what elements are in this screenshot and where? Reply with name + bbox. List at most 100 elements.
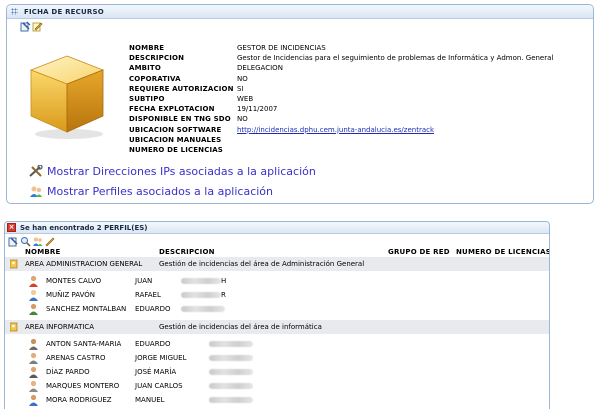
search-icon[interactable] xyxy=(20,236,31,247)
group-name: AREA INFORMATICA xyxy=(25,323,95,331)
member-id-suffix: R xyxy=(221,291,226,299)
member-first-name: JUAN CARLOS xyxy=(135,382,183,390)
field-row-subtipo: SUBTIPO WEB xyxy=(129,94,553,104)
field-value: NO xyxy=(237,74,248,83)
person-icon xyxy=(29,352,38,364)
folder-key-icon xyxy=(10,259,18,269)
field-value: WEB xyxy=(237,95,254,104)
field-value: SI xyxy=(237,84,244,93)
field-key: UBICACION MANUALES xyxy=(129,135,222,144)
software-link[interactable]: http://incidencias.dphu.cem.junta-andalu… xyxy=(237,126,434,134)
member-surname: SANCHEZ MONTALBAN xyxy=(46,305,127,313)
member-row[interactable]: MUÑIZ PAVÓN RAFAEL R xyxy=(5,288,549,302)
perfiles-panel: × Se han encontrado 2 PERFIL(ES) NOMBRE … xyxy=(4,221,550,409)
field-row-ubicacion-software: UBICACION SOFTWARE http://incidencias.dph… xyxy=(129,125,553,135)
group-description: Gestión de incidencias del área de infor… xyxy=(159,323,322,331)
member-row[interactable]: ANTON SANTA-MARIA EDUARDO xyxy=(5,337,549,351)
ficha-fields: NOMBRE GESTOR DE INCIDENCIAS DESCRIPCION G… xyxy=(129,43,553,155)
field-row-fecha: FECHA EXPLOTACION 19/11/2007 xyxy=(129,104,553,114)
member-row[interactable]: ARENAS CASTRO JORGE MIGUEL xyxy=(5,351,549,365)
perfiles-columns: NOMBRE DESCRIPCION GRUPO DE RED NUMERO D… xyxy=(5,248,550,257)
pencil-icon[interactable] xyxy=(44,236,55,247)
group-description: Gestión de incidencias del área de Admin… xyxy=(159,260,365,268)
member-row[interactable]: MONTES CALVO JUAN H xyxy=(5,274,549,288)
field-value: DELEGACION xyxy=(237,64,283,73)
group-row[interactable]: AREA INFORMATICA Gestión de incidencias … xyxy=(5,320,549,334)
field-row-nombre: NOMBRE GESTOR DE INCIDENCIAS xyxy=(129,43,553,53)
member-row[interactable]: MARQUES MONTERO JUAN CARLOS xyxy=(5,379,549,393)
member-row[interactable]: MORA RODRIGUEZ MANUEL xyxy=(5,393,549,407)
person-icon xyxy=(29,394,38,406)
redacted-id xyxy=(209,383,253,389)
perfiles-header: × Se han encontrado 2 PERFIL(ES) xyxy=(5,222,549,234)
field-row-licencias: NUMERO DE LICENCIAS xyxy=(129,145,553,155)
member-first-name: JOSÉ MARÍA xyxy=(135,368,177,376)
resource-cube-icon xyxy=(29,55,105,139)
field-value: NO xyxy=(237,115,248,124)
field-value: 19/11/2007 xyxy=(237,105,278,114)
group-name: AREA ADMINISTRACION GENERAL xyxy=(25,260,143,268)
field-value xyxy=(235,145,553,155)
perfiles-toolbar xyxy=(8,236,55,247)
person-icon xyxy=(29,275,38,287)
member-first-name: RAFAEL xyxy=(135,291,161,299)
ficha-header: FICHA DE RECURSO xyxy=(7,5,593,19)
col-grupo-red: GRUPO DE RED xyxy=(388,248,450,256)
ficha-panel: FICHA DE RECURSO NOMBRE GESTOR DE INCIDEN… xyxy=(6,4,594,204)
field-key: DISPONIBLE EN TNG SDO xyxy=(129,115,231,124)
person-icon xyxy=(29,289,38,301)
perfiles-title: Se han encontrado 2 PERFIL(ES) xyxy=(20,223,148,232)
field-key: DESCRIPCION xyxy=(129,54,185,63)
field-key: NOMBRE xyxy=(129,44,165,53)
member-surname: ARENAS CASTRO xyxy=(46,354,106,362)
field-key: NUMERO DE LICENCIAS xyxy=(129,145,223,154)
member-row[interactable]: SANCHEZ MONTALBAN EDUARDO xyxy=(5,302,549,316)
ip-tools-icon xyxy=(29,165,43,177)
member-surname: ANTON SANTA-MARIA xyxy=(46,340,122,348)
field-key: REQUIERE AUTORIZACION xyxy=(129,84,234,93)
redacted-id xyxy=(209,369,253,375)
edit-icon[interactable] xyxy=(20,21,31,32)
field-value: GESTOR DE INCIDENCIAS xyxy=(237,44,326,53)
member-first-name: EDUARDO xyxy=(135,305,171,313)
field-key: AMBITO xyxy=(129,64,161,73)
field-row-ubicacion-manuales: UBICACION MANUALES xyxy=(129,135,553,145)
redacted-id xyxy=(209,397,253,403)
field-row-descripcion: DESCRIPCION Gestor de Incidencias para el… xyxy=(129,53,553,63)
field-value xyxy=(235,135,553,145)
person-icon xyxy=(29,366,38,378)
field-value: Gestor de Incidencias para el seguimient… xyxy=(237,54,554,63)
show-ips-link[interactable]: Mostrar Direcciones IPs asociadas a la a… xyxy=(29,165,316,178)
group-row[interactable]: AREA ADMINISTRACION GENERAL Gestión de i… xyxy=(5,257,549,271)
show-ips-label[interactable]: Mostrar Direcciones IPs asociadas a la a… xyxy=(47,165,316,178)
member-first-name: MANUEL xyxy=(135,396,165,404)
redacted-id xyxy=(209,341,253,347)
person-icon xyxy=(29,303,38,315)
member-surname: MONTES CALVO xyxy=(46,277,102,285)
field-key: COPORATIVA xyxy=(129,74,181,83)
pencil-icon[interactable] xyxy=(32,21,43,32)
edit-icon[interactable] xyxy=(8,236,19,247)
folder-key-icon xyxy=(10,322,18,332)
field-row-disponible: DISPONIBLE EN TNG SDO NO xyxy=(129,114,553,124)
member-row[interactable]: DÍAZ PARDO JOSÉ MARÍA xyxy=(5,365,549,379)
field-row-coporativa: COPORATIVA NO xyxy=(129,74,553,84)
redacted-id xyxy=(181,278,221,284)
col-descripcion: DESCRIPCION xyxy=(159,248,215,256)
redacted-id xyxy=(209,355,253,361)
redacted-id xyxy=(181,306,225,312)
col-licencias: NUMERO DE LICENCIAS xyxy=(456,248,550,256)
col-nombre: NOMBRE xyxy=(25,248,61,256)
users-icon xyxy=(30,186,42,197)
member-surname: MARQUES MONTERO xyxy=(46,382,120,390)
show-perfiles-link[interactable]: Mostrar Perfiles asociados a la aplicaci… xyxy=(29,185,273,198)
show-perfiles-label[interactable]: Mostrar Perfiles asociados a la aplicaci… xyxy=(47,185,273,198)
person-icon xyxy=(29,380,38,392)
ficha-toolbar xyxy=(20,21,43,32)
redacted-id xyxy=(181,292,221,298)
field-key: SUBTIPO xyxy=(129,95,165,104)
users-icon[interactable] xyxy=(32,236,43,247)
ficha-title: FICHA DE RECURSO xyxy=(24,7,104,16)
close-icon[interactable]: × xyxy=(7,223,16,232)
member-surname: MORA RODRIGUEZ xyxy=(46,396,112,404)
